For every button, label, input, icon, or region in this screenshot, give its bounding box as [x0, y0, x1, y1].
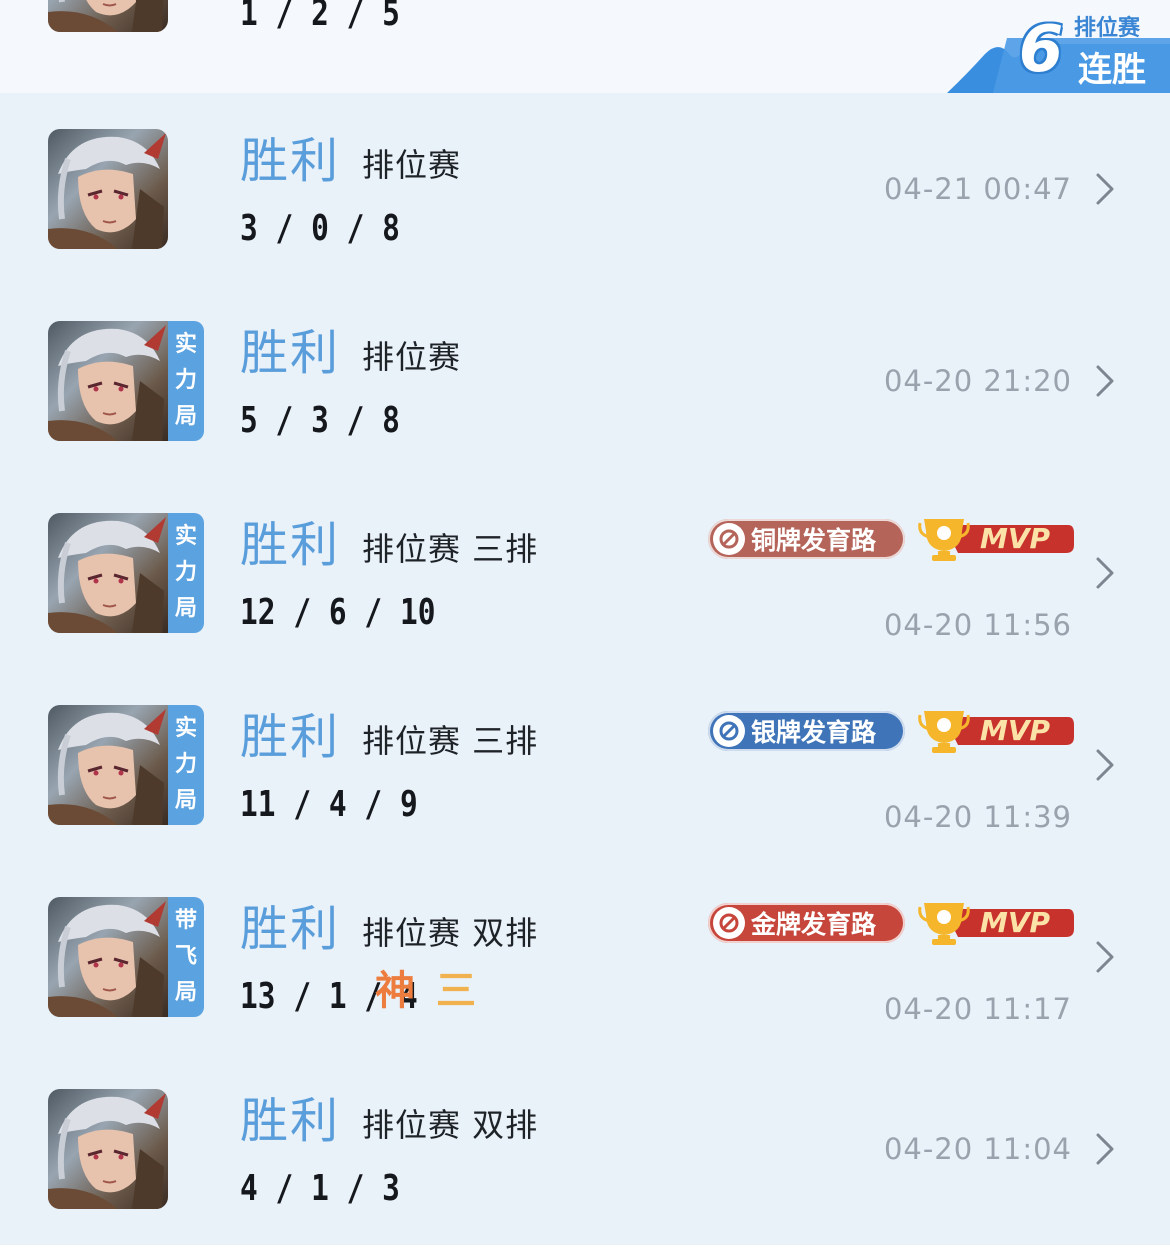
chevron-right-icon[interactable]: [1092, 939, 1118, 975]
hero-avatar: [48, 705, 168, 825]
game-type-tag: 实 力 局: [168, 321, 204, 441]
match-time: 04-21 00:47: [883, 172, 1072, 206]
game-type-tag: 实 力 局: [168, 513, 204, 633]
lane-role-icon: [713, 523, 745, 555]
match-row[interactable]: 实 力 局 胜利 排位赛 三排 11 / 4 / 9 银牌发育路 MVP 04-…: [0, 669, 1170, 861]
chevron-right-icon[interactable]: [1092, 555, 1118, 591]
match-time: 04-20 11:56: [883, 608, 1072, 642]
kda-text: 12 / 6 / 10: [240, 592, 436, 633]
lane-rank-badge: 银牌发育路: [708, 711, 905, 751]
lane-role-icon: [713, 907, 745, 939]
mode-text: 排位赛: [362, 338, 462, 376]
mvp-badge: MVP: [918, 901, 1076, 947]
match-row[interactable]: 实 力 局 胜利 排位赛 三排 12 / 6 / 10 铜牌发育路 MVP 04…: [0, 477, 1170, 669]
match-time: 04-20 11:39: [883, 800, 1072, 834]
match-time: 04-20 11:04: [883, 1132, 1072, 1166]
hero-avatar: [48, 897, 168, 1017]
result-text: 胜利: [240, 517, 341, 573]
tag-char: 局: [174, 596, 197, 621]
hero-avatar: [48, 0, 168, 32]
achievement-god-text: 神: [375, 968, 415, 1014]
match-time: 04-20 11:17: [883, 992, 1072, 1026]
result-text: 胜利: [240, 901, 341, 957]
mode-text: 排位赛 三排: [362, 722, 539, 760]
tag-char: 实: [174, 716, 197, 741]
mvp-label: MVP: [980, 522, 1051, 555]
mvp-label: MVP: [980, 714, 1051, 747]
result-text: 胜利: [240, 133, 341, 189]
tag-char: 局: [174, 980, 197, 1005]
hero-avatar: [48, 1089, 168, 1209]
lane-rank-label: 铜牌发育路: [751, 526, 877, 555]
tag-char: 飞: [174, 944, 197, 969]
mvp-badge: MVP: [918, 709, 1076, 755]
hero-avatar: [48, 513, 168, 633]
match-history-list: 胜利 排位赛 3 / 0 / 8 04-21 00:47 实 力 局 胜利 排位…: [0, 93, 1170, 1245]
game-type-tag: 实 力 局: [168, 705, 204, 825]
match-row[interactable]: 实 力 局 胜利 排位赛 5 / 3 / 8 04-20 21:20: [0, 285, 1170, 477]
match-row[interactable]: 带 飞 局 胜利 排位赛 双排 13 / 1 / 4 神 三 金牌发育路 MVP…: [0, 861, 1170, 1053]
match-time: 04-20 21:20: [883, 364, 1072, 398]
tag-char: 带: [174, 908, 197, 933]
kda-text: 1 / 2 / 5: [240, 0, 400, 34]
tag-char: 力: [174, 368, 197, 393]
streak-count: 6: [1018, 13, 1064, 87]
mode-text: 排位赛 三排: [362, 530, 539, 568]
kda-text: 5 / 3 / 8: [240, 400, 400, 441]
lane-rank-label: 银牌发育路: [751, 718, 877, 747]
partial-match-row[interactable]: 1 / 2 / 5 6 排位赛 连胜: [0, 0, 1170, 93]
tag-char: 力: [174, 560, 197, 585]
tag-char: 局: [174, 404, 197, 429]
game-type-tag: 带 飞 局: [168, 897, 204, 1017]
lane-role-icon: [713, 715, 745, 747]
lane-rank-badge: 金牌发育路: [708, 903, 905, 943]
mode-text: 排位赛: [362, 146, 462, 184]
hero-avatar: [48, 321, 168, 441]
streak-mode: 排位赛: [1074, 16, 1141, 41]
mode-text: 排位赛 双排: [362, 914, 539, 952]
mvp-badge: MVP: [918, 517, 1076, 563]
tag-char: 局: [174, 788, 197, 813]
mvp-label: MVP: [980, 906, 1051, 939]
chevron-right-icon[interactable]: [1092, 171, 1118, 207]
result-text: 胜利: [240, 709, 341, 765]
chevron-right-icon[interactable]: [1092, 747, 1118, 783]
chevron-right-icon[interactable]: [1092, 363, 1118, 399]
match-row[interactable]: 胜利 排位赛 3 / 0 / 8 04-21 00:47: [0, 93, 1170, 285]
kda-text: 4 / 1 / 3: [240, 1168, 400, 1209]
chevron-right-icon[interactable]: [1092, 1131, 1118, 1167]
kda-text: 3 / 0 / 8: [240, 208, 400, 249]
match-row[interactable]: 胜利 排位赛 双排 4 / 1 / 3 04-20 11:04: [0, 1053, 1170, 1245]
tag-char: 实: [174, 332, 197, 357]
hero-avatar: [48, 129, 168, 249]
achievement-triple-text: 三: [436, 968, 476, 1014]
mode-text: 排位赛 双排: [362, 1106, 539, 1144]
lane-rank-label: 金牌发育路: [751, 910, 877, 939]
lane-rank-badge: 铜牌发育路: [708, 519, 905, 559]
result-text: 胜利: [240, 325, 341, 381]
tag-char: 力: [174, 752, 197, 777]
tag-char: 实: [174, 524, 197, 549]
kda-text: 11 / 4 / 9: [240, 784, 418, 825]
result-text: 胜利: [240, 1093, 341, 1149]
streak-label: 连胜: [1078, 50, 1146, 90]
